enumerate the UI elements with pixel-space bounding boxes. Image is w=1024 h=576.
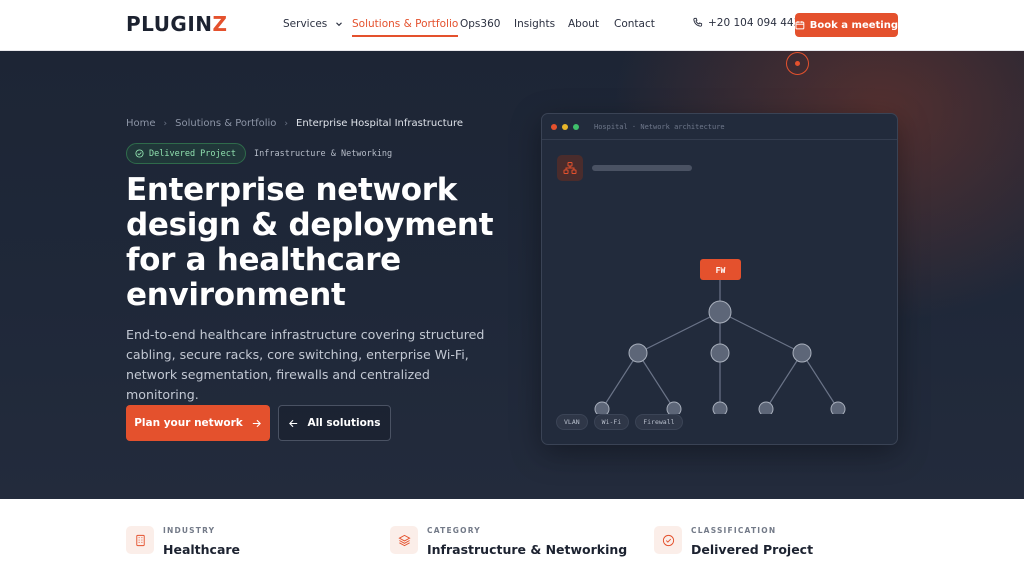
distribution-switch-node (710, 343, 730, 363)
project-category: Infrastructure & Networking (254, 148, 393, 159)
nav-item-insights[interactable]: Insights (514, 18, 555, 30)
distribution-switch-node (792, 343, 812, 363)
access-node (758, 401, 774, 414)
access-node (594, 401, 610, 414)
check-circle-icon (135, 149, 144, 158)
plan-network-label: Plan your network (134, 417, 243, 429)
network-links (601, 272, 839, 410)
chevron-right-icon: › (163, 118, 168, 129)
building-icon (126, 526, 154, 554)
page-title: Enterprise network design & deployment f… (126, 172, 494, 313)
classification-label: CLASSIFICATION (691, 526, 777, 535)
breadcrumb: Home › Solutions & Portfolio › Enterpris… (126, 118, 463, 129)
book-meeting-button[interactable]: Book a meeting (795, 13, 898, 37)
arrow-right-icon (252, 419, 261, 427)
brand-logo[interactable]: PLUGINZ (126, 12, 228, 36)
layers-icon (390, 526, 418, 554)
nav-item-contact[interactable]: Contact (614, 18, 655, 30)
decorative-ring-icon (786, 52, 809, 75)
plan-network-button[interactable]: Plan your network (126, 405, 270, 441)
tag-firewall: Firewall (635, 414, 683, 430)
diagram-tags: VLAN Wi-Fi Firewall (556, 414, 683, 430)
breadcrumb-current: Enterprise Hospital Infrastructure (296, 118, 464, 129)
project-info-strip: INDUSTRY Healthcare CATEGORY Infrastruct… (0, 499, 1024, 576)
chevron-down-icon (335, 22, 342, 27)
nav-item-label: Services (283, 18, 328, 30)
category-label: CATEGORY (427, 526, 481, 535)
firewall-label: FW (716, 266, 726, 275)
distribution-switch-node (628, 343, 648, 363)
hero-section: Home › Solutions & Portfolio › Enterpris… (0, 51, 1024, 499)
project-meta: Delivered Project Infrastructure & Netwo… (126, 143, 392, 164)
tag-vlan: VLAN (556, 414, 588, 430)
access-node (712, 401, 728, 414)
info-category: CATEGORY Infrastructure & Networking (390, 526, 627, 557)
access-node (666, 401, 682, 414)
nav-item-ops360[interactable]: Ops360 (460, 18, 500, 30)
breadcrumb-home[interactable]: Home (126, 118, 156, 129)
phone-link[interactable]: +20 104 094 4434 (692, 17, 807, 29)
status-badge: Delivered Project (126, 143, 246, 164)
info-industry: INDUSTRY Healthcare (126, 526, 240, 557)
book-meeting-label: Book a meeting (809, 19, 898, 31)
network-diagram-card: Hospital · Network architecture FW VLAN … (541, 113, 898, 445)
info-classification: CLASSIFICATION Delivered Project (654, 526, 813, 557)
phone-number: +20 104 094 4434 (708, 17, 807, 29)
firewall-node: FW (700, 259, 741, 280)
nav-item-services[interactable]: Services (283, 18, 344, 30)
calendar-icon (795, 21, 805, 30)
chevron-right-icon: › (284, 118, 288, 129)
phone-icon (693, 17, 703, 27)
network-topology-diagram: FW (594, 259, 846, 414)
nav-item-about[interactable]: About (568, 18, 599, 30)
classification-value: Delivered Project (691, 542, 814, 557)
nav-item-solutions[interactable]: Solutions & Portfolio (352, 18, 459, 37)
all-solutions-button[interactable]: All solutions (278, 405, 391, 441)
check-circle-icon (654, 526, 682, 554)
industry-value: Healthcare (163, 542, 241, 557)
core-switch-node (708, 300, 732, 324)
status-badge-label: Delivered Project (149, 148, 236, 159)
breadcrumb-section[interactable]: Solutions & Portfolio (175, 118, 276, 129)
top-navigation: PLUGINZ Services Solutions & Portfolio O… (0, 0, 1024, 51)
category-value: Infrastructure & Networking (427, 542, 628, 557)
arrow-left-icon (289, 419, 298, 427)
access-node (830, 401, 846, 414)
all-solutions-label: All solutions (307, 417, 381, 429)
tag-wifi: Wi-Fi (593, 414, 630, 430)
industry-label: INDUSTRY (163, 526, 216, 535)
hero-description: End-to-end healthcare infrastructure cov… (126, 327, 485, 402)
